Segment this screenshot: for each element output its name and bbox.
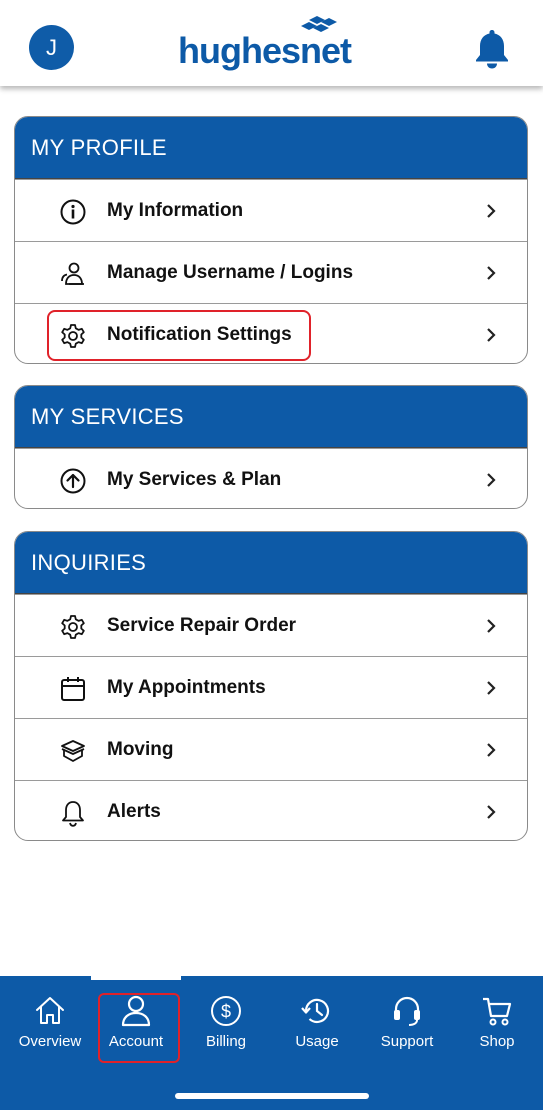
home-icon (36, 997, 64, 1024)
menu-item-service-repair-order[interactable]: Service Repair Order (15, 594, 527, 656)
history-icon (301, 998, 330, 1024)
section-header: INQUIRIES (15, 532, 527, 594)
nav-label: Overview (18, 1033, 82, 1050)
svg-text:$: $ (221, 1002, 231, 1022)
menu-item-alerts[interactable]: Alerts (15, 780, 527, 840)
arrow-up-circle-icon (60, 468, 86, 494)
section-header: MY SERVICES (15, 386, 527, 448)
menu-item-label: Moving (107, 738, 174, 760)
chevron-right-icon (487, 473, 496, 487)
avatar-initial: J (46, 34, 57, 60)
my-profile-card: MY PROFILE My Information Manage Usernam… (14, 116, 528, 364)
users-icon (61, 262, 84, 285)
calendar-icon (61, 677, 85, 701)
nav-label: Usage (295, 1033, 339, 1050)
menu-item-label: My Services & Plan (107, 468, 282, 490)
my-services-card: MY SERVICES My Services & Plan (14, 385, 528, 509)
chevron-right-icon (487, 805, 496, 819)
chevron-right-icon (487, 328, 496, 342)
dollar-icon: $ (211, 996, 241, 1026)
nav-label: Billing (205, 1033, 247, 1050)
notifications-bell-icon[interactable] (470, 27, 514, 69)
inquiries-card: INQUIRIES Service Repair Order My Appoin… (14, 531, 528, 841)
nav-billing[interactable]: $ Billing (181, 994, 271, 1064)
menu-item-my-information[interactable]: My Information (15, 179, 527, 241)
menu-item-my-appointments[interactable]: My Appointments (15, 656, 527, 718)
menu-item-label: Alerts (107, 800, 161, 822)
hughesnet-logo: hughesnet (178, 16, 368, 76)
chevron-right-icon (487, 681, 496, 695)
menu-item-label: My Appointments (107, 676, 266, 698)
info-icon (60, 199, 86, 225)
nav-overview[interactable]: Overview (5, 994, 95, 1064)
chevron-right-icon (487, 204, 496, 218)
menu-item-label: Service Repair Order (107, 614, 297, 636)
user-icon (121, 995, 151, 1027)
menu-item-notification-settings[interactable]: Notification Settings (15, 303, 527, 363)
app-header: J hughesnet (0, 0, 543, 86)
avatar[interactable]: J (29, 25, 74, 70)
menu-item-my-services-plan[interactable]: My Services & Plan (15, 448, 527, 508)
box-icon (61, 740, 85, 762)
menu-item-label: My Information (107, 199, 244, 221)
menu-item-moving[interactable]: Moving (15, 718, 527, 780)
section-header: MY PROFILE (15, 117, 527, 179)
home-indicator (175, 1093, 369, 1099)
gear-icon (61, 324, 85, 348)
nav-label: Support (380, 1033, 434, 1050)
logo-text: hughesnet (178, 30, 352, 71)
nav-label: Account (108, 1033, 164, 1050)
active-tab-indicator (91, 976, 181, 980)
nav-support[interactable]: Support (362, 994, 452, 1064)
menu-item-manage-username[interactable]: Manage Username / Logins (15, 241, 527, 303)
gear-icon (61, 615, 85, 639)
chevron-right-icon (487, 743, 496, 757)
cart-icon (483, 997, 512, 1026)
nav-account[interactable]: Account (91, 994, 181, 1064)
menu-item-label: Notification Settings (107, 323, 292, 345)
headset-icon (394, 996, 420, 1026)
nav-usage[interactable]: Usage (272, 994, 362, 1064)
menu-item-label: Manage Username / Logins (107, 261, 354, 283)
chevron-right-icon (487, 619, 496, 633)
bell-icon (62, 801, 84, 827)
nav-label: Shop (479, 1033, 515, 1050)
nav-shop[interactable]: Shop (452, 994, 542, 1064)
chevron-right-icon (487, 266, 496, 280)
bottom-navigation: Overview Account $ Billing Usage Support (0, 976, 543, 1110)
